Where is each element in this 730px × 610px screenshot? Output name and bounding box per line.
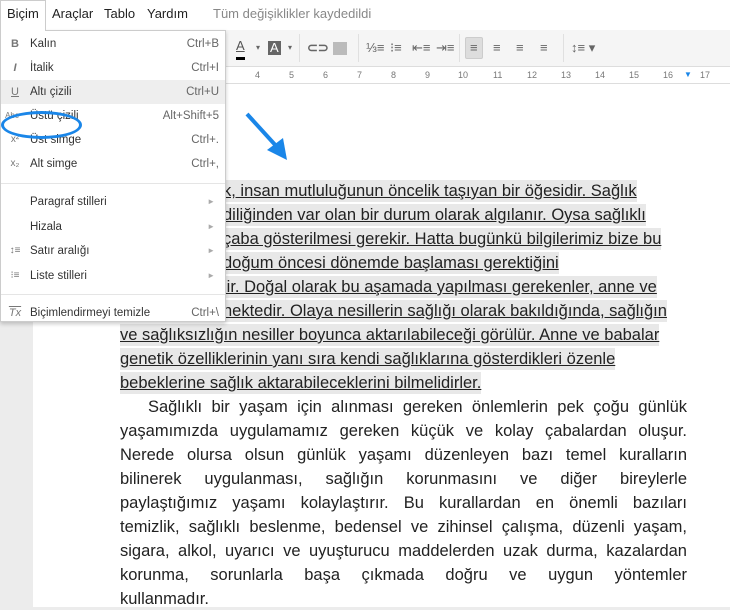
ruler-tick: 12 xyxy=(527,70,538,80)
ruler-tick: 4 xyxy=(255,70,261,80)
arrow-annotation-icon xyxy=(245,112,287,160)
clear-formatting-icon: Tx xyxy=(8,307,22,319)
submenu-arrow-icon: ► xyxy=(207,246,215,255)
paragraph-line: temizlik, sağlıklı beslenme, bedensel ve… xyxy=(120,518,687,536)
ruler-tick: 8 xyxy=(391,70,397,80)
paragraph-line: paylaştığımız yaşamı kolaylaştırır. Bu k… xyxy=(120,494,687,512)
divider xyxy=(358,34,359,62)
paragraph-line: sigara, alkol, uyarıcı ve uyuşturucu mad… xyxy=(120,542,687,560)
ruler-tick: 13 xyxy=(561,70,572,80)
menu-item-clear-formatting[interactable]: Tx Biçimlendirmeyi temizle Ctrl+\ xyxy=(1,301,225,325)
shortcut: Ctrl+U xyxy=(186,86,219,98)
underline-icon: U xyxy=(11,86,19,98)
chevron-down-icon[interactable]: ▾ xyxy=(288,39,292,57)
paragraph-line: Nerede olursa olsun günlük yaşamı düzenl… xyxy=(120,446,687,464)
selected-text-line: lir. Doğal olarak bu aşamada yapılması g… xyxy=(223,276,657,298)
bold-icon: B xyxy=(11,38,19,50)
ruler-tick: 9 xyxy=(425,70,431,80)
selected-text-line: bebeklerine sağlık aktarabileceklerini b… xyxy=(120,372,482,394)
menu-divider xyxy=(1,294,225,295)
paragraph-line: yaşamımızda uygulamamız gereken küçük ve… xyxy=(120,422,687,440)
shortcut: Ctrl+\ xyxy=(191,307,219,319)
menu-tablo[interactable]: Tablo xyxy=(104,6,135,21)
ruler-tick: 11 xyxy=(493,70,503,80)
menu-item-paragraph-styles[interactable]: Paragraf stilleri ► xyxy=(1,190,225,214)
format-menu: B Kalın Ctrl+B I İtalik Ctrl+I U Altı çizili C… xyxy=(0,30,226,322)
line-spacing-icon[interactable]: ↕≡ ▾ xyxy=(571,39,595,57)
shortcut: Ctrl+I xyxy=(191,62,219,74)
menubar: Biçim Araçlar Tablo Yardım Tüm değişikli… xyxy=(0,0,730,31)
divider xyxy=(299,34,300,62)
label: Satır aralığı xyxy=(30,245,90,257)
label: Liste stilleri xyxy=(30,270,87,282)
divider xyxy=(563,34,564,62)
label: Altı çizili xyxy=(30,86,72,98)
shortcut: Ctrl+, xyxy=(191,158,219,170)
save-status: Tüm değişiklikler kaydedildi xyxy=(213,6,372,21)
link-icon[interactable]: ⊂⊃ xyxy=(307,39,329,57)
ruler-tick: 7 xyxy=(357,70,363,80)
italic-icon: I xyxy=(13,62,17,74)
ruler-tick: 14 xyxy=(595,70,606,80)
submenu-arrow-icon: ► xyxy=(207,222,215,231)
label: Hizala xyxy=(30,221,62,233)
ruler-tick: 16 xyxy=(663,70,674,80)
ruler-tick: 5 xyxy=(289,70,295,80)
list-icon: ⁝≡ xyxy=(10,270,20,281)
highlight-color-button[interactable]: A xyxy=(268,41,281,55)
selected-text-line: k, insan mutluluğunun öncelik taşıyan bi… xyxy=(223,180,637,202)
menu-bicim[interactable]: Biçim xyxy=(7,6,39,21)
text-color-button[interactable]: A xyxy=(236,39,245,60)
selected-text-line: genetik özelliklerinin yanı sıra kendi s… xyxy=(120,348,616,370)
menu-item-subscript[interactable]: x₂ Alt simge Ctrl+, xyxy=(1,152,225,176)
menu-item-list-styles[interactable]: ⁝≡ Liste stilleri ► xyxy=(1,264,225,288)
menu-divider xyxy=(1,183,225,184)
ruler-tick: 6 xyxy=(323,70,329,80)
label: Biçimlendirmeyi temizle xyxy=(30,307,151,319)
label: İtalik xyxy=(30,62,54,74)
numbered-list-icon[interactable]: ⅓≡ xyxy=(366,39,384,57)
decrease-indent-icon[interactable]: ⇤≡ xyxy=(412,39,430,57)
selected-text-line: ve sağlıksızlığın nesiller boyunca aktar… xyxy=(120,324,660,346)
selected-text-line: doğum öncesi dönemde başlaması gerektiği… xyxy=(223,252,559,274)
subscript-icon: x₂ xyxy=(10,158,20,169)
right-indent-marker[interactable]: ▼ xyxy=(684,70,692,79)
menu-item-bold[interactable]: B Kalın Ctrl+B xyxy=(1,32,225,56)
ruler-tick: 10 xyxy=(458,70,469,80)
paragraph-line: Sağlıklı bir yaşam için alınması gereken… xyxy=(148,398,687,416)
ruler-tick: 15 xyxy=(629,70,640,80)
menu-item-italic[interactable]: I İtalik Ctrl+I xyxy=(1,56,225,80)
divider xyxy=(459,34,460,62)
align-right-icon[interactable]: ≡ xyxy=(516,39,524,57)
submenu-arrow-icon: ► xyxy=(207,271,215,280)
justify-icon[interactable]: ≡ xyxy=(540,39,548,57)
menu-item-align[interactable]: Hizala ► xyxy=(1,215,225,239)
increase-indent-icon[interactable]: ⇥≡ xyxy=(436,39,454,57)
image-icon[interactable] xyxy=(333,42,347,55)
selected-text-line: diliğinden var olan bir durum olarak alg… xyxy=(223,204,646,226)
menu-item-line-spacing[interactable]: ↕≡ Satır aralığı ► xyxy=(1,239,225,263)
menu-item-underline[interactable]: U Altı çizili Ctrl+U xyxy=(1,80,225,104)
ruler-tick: 17 xyxy=(700,70,711,80)
label: Kalın xyxy=(30,38,57,50)
shortcut: Ctrl+B xyxy=(186,38,219,50)
line-spacing-icon: ↕≡ xyxy=(9,245,21,256)
align-center-icon[interactable]: ≡ xyxy=(493,39,501,57)
selected-text-line: nektedir. Olaya nesillerin sağlığı olara… xyxy=(223,300,667,322)
shortcut: Ctrl+. xyxy=(191,134,219,146)
paragraph-line: korunma, sorunlarla başa çıkmada doğru v… xyxy=(120,566,687,584)
menu-yardim[interactable]: Yardım xyxy=(147,6,188,21)
menu-araclar[interactable]: Araçlar xyxy=(52,6,93,21)
chevron-down-icon[interactable]: ▾ xyxy=(256,39,260,57)
label: Paragraf stilleri xyxy=(30,196,107,208)
paragraph-line: bilinerek uygulanması, sağlığın korunmas… xyxy=(120,470,687,488)
highlight-circle-annotation xyxy=(1,111,82,139)
align-left-icon[interactable]: ≡ xyxy=(465,37,483,59)
shortcut: Alt+Shift+5 xyxy=(162,110,219,122)
submenu-arrow-icon: ► xyxy=(207,197,215,206)
bulleted-list-icon[interactable]: ⁝≡ xyxy=(390,39,402,57)
label: Alt simge xyxy=(30,158,78,170)
selected-text-line: çaba gösterilmesi gerekir. Hatta bugünkü… xyxy=(223,228,662,250)
